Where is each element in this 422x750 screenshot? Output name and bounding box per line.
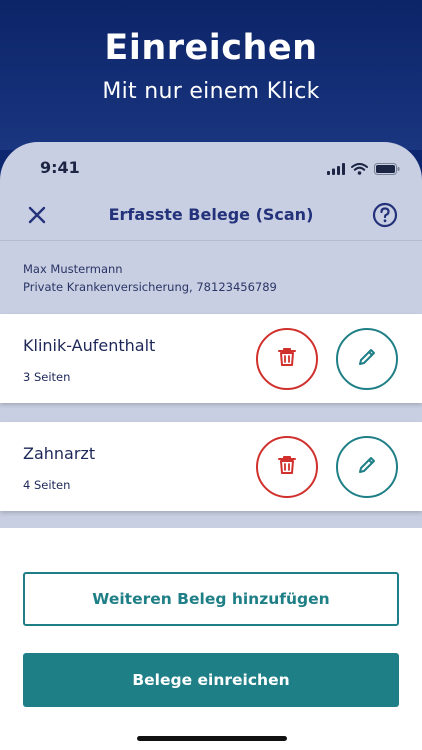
document-card[interactable]: Zahnarzt 4 Seiten — [0, 422, 422, 511]
nav-divider — [0, 240, 422, 241]
trash-icon — [276, 346, 298, 372]
delete-button[interactable] — [256, 328, 318, 390]
home-indicator — [137, 736, 287, 741]
hero-title: Einreichen — [104, 28, 318, 68]
wifi-icon — [351, 160, 368, 179]
user-insurance: Private Krankenversicherung, 78123456789 — [23, 280, 277, 294]
edit-button[interactable] — [336, 328, 398, 390]
pencil-icon — [356, 346, 378, 372]
page-title: Erfasste Belege (Scan) — [108, 205, 314, 224]
hero-subtitle: Mit nur einem Klick — [102, 79, 320, 104]
add-document-button[interactable]: Weiteren Beleg hinzufügen — [23, 572, 399, 626]
bottom-actions: Weiteren Beleg hinzufügen Belege einreic… — [0, 528, 422, 750]
edit-button[interactable] — [336, 436, 398, 498]
document-title: Klinik-Aufenthalt — [23, 336, 156, 355]
status-bar: 9:41 — [0, 142, 422, 192]
submit-documents-button[interactable]: Belege einreichen — [23, 653, 399, 707]
help-icon[interactable] — [372, 202, 398, 228]
status-time: 9:41 — [40, 158, 80, 177]
document-pages: 3 Seiten — [23, 370, 71, 384]
trash-icon — [276, 454, 298, 480]
document-card[interactable]: Klinik-Aufenthalt 3 Seiten — [0, 314, 422, 403]
document-pages: 4 Seiten — [23, 478, 71, 492]
document-title: Zahnarzt — [23, 444, 96, 463]
delete-button[interactable] — [256, 436, 318, 498]
user-name: Max Mustermann — [23, 262, 123, 276]
nav-bar: Erfasste Belege (Scan) — [0, 192, 422, 240]
hero-banner: Einreichen Mit nur einem Klick — [0, 0, 422, 150]
signal-icon — [327, 160, 345, 179]
battery-icon — [374, 160, 400, 179]
status-icons — [327, 160, 400, 179]
pencil-icon — [356, 454, 378, 480]
user-info: Max Mustermann Private Krankenversicheru… — [23, 260, 277, 296]
